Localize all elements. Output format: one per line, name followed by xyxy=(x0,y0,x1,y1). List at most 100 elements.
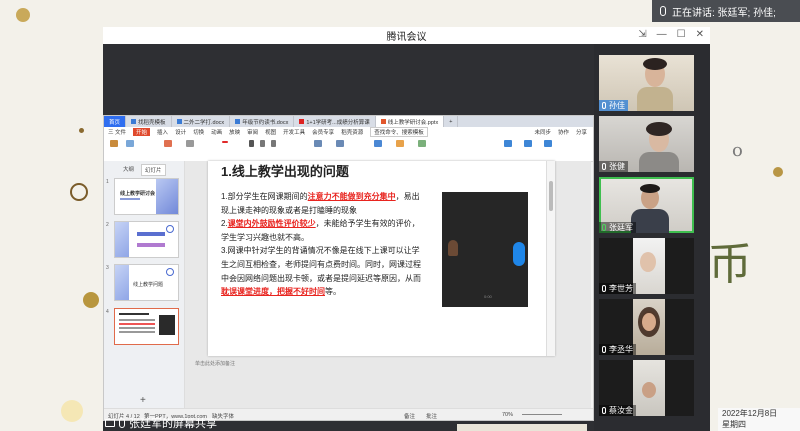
microphone-icon xyxy=(602,224,606,231)
tab-doc[interactable]: 年级节约读书.docx xyxy=(230,116,295,127)
comments-toggle[interactable]: 批注 xyxy=(426,412,437,420)
font-color-icon[interactable] xyxy=(222,141,228,143)
zoom-slider[interactable] xyxy=(522,414,562,415)
thumb-title: 线上教学问题 xyxy=(133,282,164,288)
menu-review[interactable]: 审阅 xyxy=(247,128,258,136)
thumb-arrow xyxy=(137,243,165,247)
bg-dot xyxy=(79,128,84,133)
video-person xyxy=(448,240,458,256)
microphone-icon xyxy=(602,102,606,109)
thumb-text-line xyxy=(119,327,155,329)
meeting-window: 腾讯会议 ⇲ — ☐ ✕ 首页 找稻壳模板 二外二学打.docx 年级节约读书.… xyxy=(103,27,710,431)
menu-file[interactable]: 三 文件 xyxy=(108,128,126,136)
system-clock: 2022年12月8日 星期四 xyxy=(718,408,800,431)
tab-pdf[interactable]: 1+1学研考...成绩分析算课 xyxy=(294,116,376,127)
tab-ppt[interactable]: 线上教学研讨会.pptx xyxy=(375,116,445,127)
doc-icon xyxy=(131,119,137,124)
participant-tile-speaking[interactable]: 张廷军 xyxy=(599,177,694,233)
menu-dev-tools[interactable]: 开发工具 xyxy=(283,128,305,136)
tab-doc[interactable]: 二外二学打.docx xyxy=(172,116,231,127)
collaborate-button[interactable]: 协作 xyxy=(558,128,569,136)
pdf-icon xyxy=(299,119,305,124)
tab-outline[interactable]: 大纲 xyxy=(120,164,137,176)
add-slide-button[interactable]: + xyxy=(140,395,146,406)
menu-slideshow[interactable]: 放映 xyxy=(229,128,240,136)
thumb-arrow xyxy=(137,232,165,236)
slide-body: 1.部分学生在网课期间的注意力不能做到充分集中，易出现上课走神的现象或者是打瞌睡… xyxy=(221,190,421,299)
italic-icon[interactable] xyxy=(260,140,265,147)
tab-home[interactable]: 首页 xyxy=(104,116,127,127)
notes-area[interactable]: 单击此处添加备注 xyxy=(185,360,591,368)
underline-icon[interactable] xyxy=(271,140,276,147)
menu-transition[interactable]: 切换 xyxy=(193,128,204,136)
point-1-text: 1.部分学生在网课期间的 xyxy=(221,192,308,201)
list-icon[interactable] xyxy=(336,140,344,147)
shape-icon[interactable] xyxy=(396,140,404,147)
maximize-icon[interactable]: ☐ xyxy=(677,29,686,40)
close-icon[interactable]: ✕ xyxy=(696,29,704,40)
align-icon[interactable] xyxy=(314,140,322,147)
minimize-icon[interactable]: — xyxy=(657,29,667,40)
slide-number: 2 xyxy=(106,222,109,228)
scrollbar-thumb[interactable] xyxy=(549,181,553,211)
new-tab-button[interactable]: + xyxy=(444,116,459,127)
menu-insert[interactable]: 插入 xyxy=(157,128,168,136)
participant-label: 张健 xyxy=(599,161,628,172)
thumb-title: 线上教学研讨会 xyxy=(120,191,156,197)
participant-tile[interactable]: 李世芳 xyxy=(599,238,694,294)
screen-icon xyxy=(105,419,115,427)
slide-thumbnail[interactable]: 线上教学研讨会 xyxy=(114,178,179,215)
participant-body xyxy=(637,87,673,111)
point-3-text: 3.网课中针对学生的背诵情况不像是在线下上课可以让学生之间互相检查，老师提问有点… xyxy=(221,246,421,283)
participant-body xyxy=(631,209,669,233)
textbox-icon[interactable] xyxy=(374,140,382,147)
bold-icon[interactable] xyxy=(249,140,254,147)
find-icon[interactable] xyxy=(504,140,512,147)
replace-icon[interactable] xyxy=(524,140,532,147)
embedded-video[interactable]: 0:00 xyxy=(442,192,528,307)
menu-start[interactable]: 开始 xyxy=(133,128,151,136)
notes-toggle[interactable]: 备注 xyxy=(404,412,415,420)
microphone-icon xyxy=(660,6,666,16)
participant-face xyxy=(642,382,656,398)
participant-name: 蔡汝金 xyxy=(609,406,633,415)
sync-status[interactable]: 未同步 xyxy=(534,128,551,136)
command-search[interactable]: 查找命令、搜索模板 xyxy=(370,127,428,137)
menu-design[interactable]: 设计 xyxy=(175,128,186,136)
menu-member[interactable]: 会员专享 xyxy=(312,128,334,136)
thumb-decoration xyxy=(156,179,178,214)
slide-editing-canvas: 1.线上教学出现的问题 1.部分学生在网课期间的注意力不能做到充分集中，易出现上… xyxy=(185,161,591,409)
tab-doc[interactable]: 找稻壳模板 xyxy=(126,116,172,127)
share-button[interactable]: 分享 xyxy=(576,128,587,136)
layout-icon[interactable] xyxy=(186,140,194,147)
wps-ribbon xyxy=(104,137,593,162)
participant-name: 孙佳 xyxy=(609,101,625,110)
format-painter-icon[interactable] xyxy=(126,140,134,147)
tab-slides[interactable]: 幻灯片 xyxy=(141,164,166,176)
menu-animation[interactable]: 动画 xyxy=(211,128,222,136)
slide-number: 4 xyxy=(106,309,109,315)
pin-icon[interactable]: ⇲ xyxy=(638,29,646,40)
video-time: 0:00 xyxy=(484,294,492,299)
slide-thumbnail[interactable]: 线上教学问题 xyxy=(114,264,179,301)
participant-tile[interactable]: 张健 xyxy=(599,116,694,172)
select-icon[interactable] xyxy=(544,140,552,147)
thumb-subline xyxy=(120,198,140,200)
slide-scrollbar[interactable] xyxy=(546,161,555,356)
zoom-level[interactable]: 70% xyxy=(502,412,513,418)
bg-ring xyxy=(70,183,88,201)
slide-thumbnail-selected[interactable] xyxy=(114,308,179,345)
paste-icon[interactable] xyxy=(110,140,118,147)
slide-thumbnail[interactable] xyxy=(114,221,179,258)
menu-docer[interactable]: 稻壳资源 xyxy=(341,128,363,136)
tab-label: 线上教学研讨会.pptx xyxy=(387,119,439,126)
menu-view[interactable]: 视图 xyxy=(265,128,276,136)
participant-tile[interactable]: 蔡汝金 xyxy=(599,360,694,416)
video-play-button[interactable] xyxy=(513,242,525,266)
participant-tile[interactable]: 李丞华 xyxy=(599,299,694,355)
arrange-icon[interactable] xyxy=(418,140,426,147)
thumb-video xyxy=(159,315,175,335)
new-slide-icon[interactable] xyxy=(164,140,172,147)
participant-tile[interactable]: 孙佳 xyxy=(599,55,694,111)
microphone-icon xyxy=(602,346,606,353)
